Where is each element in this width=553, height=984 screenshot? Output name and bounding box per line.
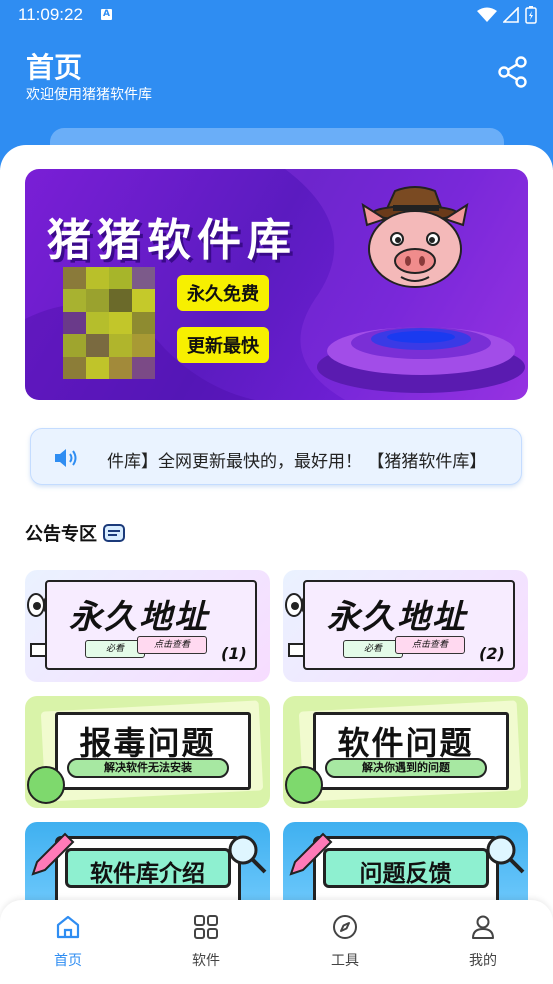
card-permanent-address-1[interactable]: 永久地址 必看 点击查看 (1) — [25, 570, 270, 682]
notice-bar[interactable]: 件库】全网更新最快的，最好用！ 【猪猪软件库】 — [30, 428, 522, 485]
section-title-text: 公告专区 — [25, 524, 97, 545]
page-subtitle: 欢迎使用猪猪软件库 — [26, 87, 152, 103]
notice-text: 件库】全网更新最快的，最好用！ 【猪猪软件库】 — [107, 452, 487, 472]
notification-icon: A — [101, 9, 112, 20]
grid-icon — [194, 915, 218, 939]
qr-code-mosaic — [63, 267, 155, 379]
status-bar: 11:09:22 A — [0, 0, 553, 32]
magnifier-icon — [228, 835, 267, 874]
banner-title: 猪猪软件库 — [47, 215, 297, 266]
wifi-icon — [477, 7, 497, 22]
announcement-icon — [103, 524, 125, 542]
section-title: 公告专区 — [25, 520, 127, 546]
badge-free: 永久免费 — [177, 275, 269, 311]
card-number: (1) — [221, 644, 247, 663]
nav-item-home[interactable]: 首页 — [28, 914, 108, 974]
card-number: (2) — [479, 644, 505, 663]
speaker-icon — [55, 449, 77, 467]
compass-icon — [333, 915, 357, 939]
card-subtitle: 解决你遇到的问题 — [325, 758, 487, 778]
card-tag-must-read: 必看 — [85, 640, 145, 658]
signal-icon — [503, 7, 519, 23]
card-tag-click-view: 点击查看 — [137, 636, 207, 654]
card-tag-must-read: 必看 — [343, 640, 403, 658]
smiley-icon — [285, 766, 323, 804]
podium-graphic — [317, 327, 525, 393]
bottom-navigation: 首页 软件 工具 我的 — [0, 900, 553, 984]
pencil-icon — [31, 832, 75, 876]
card-permanent-address-2[interactable]: 永久地址 必看 点击查看 (2) — [283, 570, 528, 682]
promo-banner[interactable]: 猪猪软件库 永久免费 更新最快 — [25, 169, 528, 400]
nav-item-tools[interactable]: 工具 — [305, 914, 385, 974]
home-icon — [56, 915, 80, 939]
page-title: 首页 — [26, 51, 83, 84]
status-time: 11:09:22 — [18, 5, 83, 24]
nav-label-software: 软件 — [192, 953, 220, 969]
smiley-icon — [27, 766, 65, 804]
card-subtitle: 解决软件无法安装 — [67, 758, 229, 778]
card-title: 永久地址 — [327, 597, 467, 636]
battery-icon — [525, 6, 537, 24]
user-icon — [472, 915, 494, 939]
badge-fastest-update: 更新最快 — [177, 327, 269, 363]
card-virus-report-issue[interactable]: 报毒问题 解决软件无法安装 — [25, 696, 270, 808]
magnifier-icon — [486, 835, 525, 874]
status-icons — [477, 6, 537, 24]
share-button[interactable] — [498, 56, 528, 88]
pig-mascot-icon — [361, 186, 469, 288]
card-title: 永久地址 — [69, 597, 209, 636]
nav-label-tools: 工具 — [331, 953, 359, 969]
nav-item-software[interactable]: 软件 — [166, 914, 246, 974]
nav-label-home: 首页 — [54, 953, 82, 969]
pencil-icon — [289, 832, 333, 876]
nav-label-mine: 我的 — [469, 953, 497, 969]
nav-item-mine[interactable]: 我的 — [443, 914, 523, 974]
card-software-issue[interactable]: 软件问题 解决你遇到的问题 — [283, 696, 528, 808]
card-tag-click-view: 点击查看 — [395, 636, 465, 654]
share-icon — [498, 56, 527, 88]
